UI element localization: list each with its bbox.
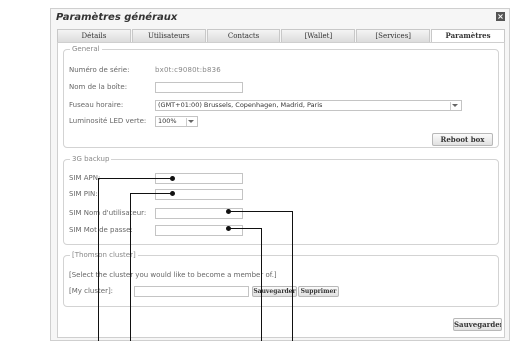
led-brightness-label: Luminosité LED verte:	[69, 117, 147, 125]
tab-details[interactable]: Détails	[57, 29, 131, 42]
tab-services[interactable]: [Services]	[356, 29, 431, 42]
callout-line-pin-h	[130, 193, 173, 194]
callout-line-apn-v	[98, 178, 99, 341]
callout-line-password-v	[261, 228, 262, 341]
timezone-label: Fuseau horaire:	[69, 101, 124, 109]
sim-apn-label: SIM APN:	[69, 174, 101, 182]
sim-pin-label: SIM PIN:	[69, 190, 98, 198]
timezone-divider	[450, 102, 451, 110]
box-name-label: Nom de la boîte:	[69, 83, 128, 91]
backup-3g-fieldset: 3G backup SIM APN: SIM PIN: SIM Nom d'ut…	[63, 155, 499, 245]
chevron-down-icon	[188, 120, 194, 123]
tab-contacts[interactable]: Contacts	[206, 29, 281, 42]
backup-3g-legend: 3G backup	[70, 155, 112, 164]
my-cluster-input[interactable]	[134, 286, 249, 297]
timezone-value: (GMT+01:00) Brussels, Copenhagen, Madrid…	[158, 101, 323, 109]
callout-line-password-h	[229, 228, 262, 229]
callout-line-pin-v	[130, 193, 131, 341]
sim-password-label: SIM Mot de passe:	[69, 226, 133, 234]
serial-label: Numéro de série:	[69, 66, 130, 74]
settings-dialog: Paramètres généraux × Détails Utilisateu…	[50, 8, 510, 341]
tab-users[interactable]: Utilisateurs	[131, 29, 206, 42]
settings-panel: General Numéro de série: bx0t:c9080t:b83…	[57, 42, 505, 338]
chevron-down-icon	[452, 104, 458, 107]
dialog-title: Paramètres généraux	[56, 12, 178, 23]
tab-bar: Détails Utilisateurs Contacts [Wallet] […	[57, 29, 505, 42]
cluster-save-button[interactable]: Sauvegarder	[252, 286, 297, 297]
led-brightness-value: 100%	[158, 117, 177, 125]
cluster-delete-button[interactable]: Supprimer	[298, 286, 339, 297]
callout-line-apn-h	[98, 178, 173, 179]
close-icon[interactable]: ×	[496, 12, 505, 21]
timezone-select[interactable]: (GMT+01:00) Brussels, Copenhagen, Madrid…	[155, 100, 462, 111]
general-fieldset: General Numéro de série: bx0t:c9080t:b83…	[63, 45, 499, 148]
led-divider	[186, 118, 187, 126]
led-brightness-select[interactable]: 100%	[155, 116, 198, 127]
save-button[interactable]: Sauvegarder	[453, 318, 502, 331]
box-name-input[interactable]	[155, 82, 243, 93]
dialog-titlebar: Paramètres généraux ×	[51, 9, 509, 27]
tab-wallet[interactable]: [Wallet]	[281, 29, 356, 42]
callout-line-username-h	[229, 211, 293, 212]
general-legend: General	[70, 45, 102, 54]
sim-pin-input[interactable]	[155, 189, 243, 200]
reboot-box-button[interactable]: Reboot box	[432, 133, 493, 146]
my-cluster-label: [My cluster]:	[69, 287, 114, 295]
callout-line-username-v	[292, 211, 293, 341]
tab-settings[interactable]: Paramètres	[431, 29, 505, 42]
cluster-fieldset: [Thomson cluster] [Select the cluster yo…	[63, 251, 499, 307]
sim-username-label: SIM Nom d'utilisateur:	[69, 209, 147, 217]
serial-value: bx0t:c9080t:b836	[155, 66, 221, 74]
cluster-legend: [Thomson cluster]	[70, 251, 138, 260]
cluster-description: [Select the cluster you would like to be…	[69, 271, 277, 279]
